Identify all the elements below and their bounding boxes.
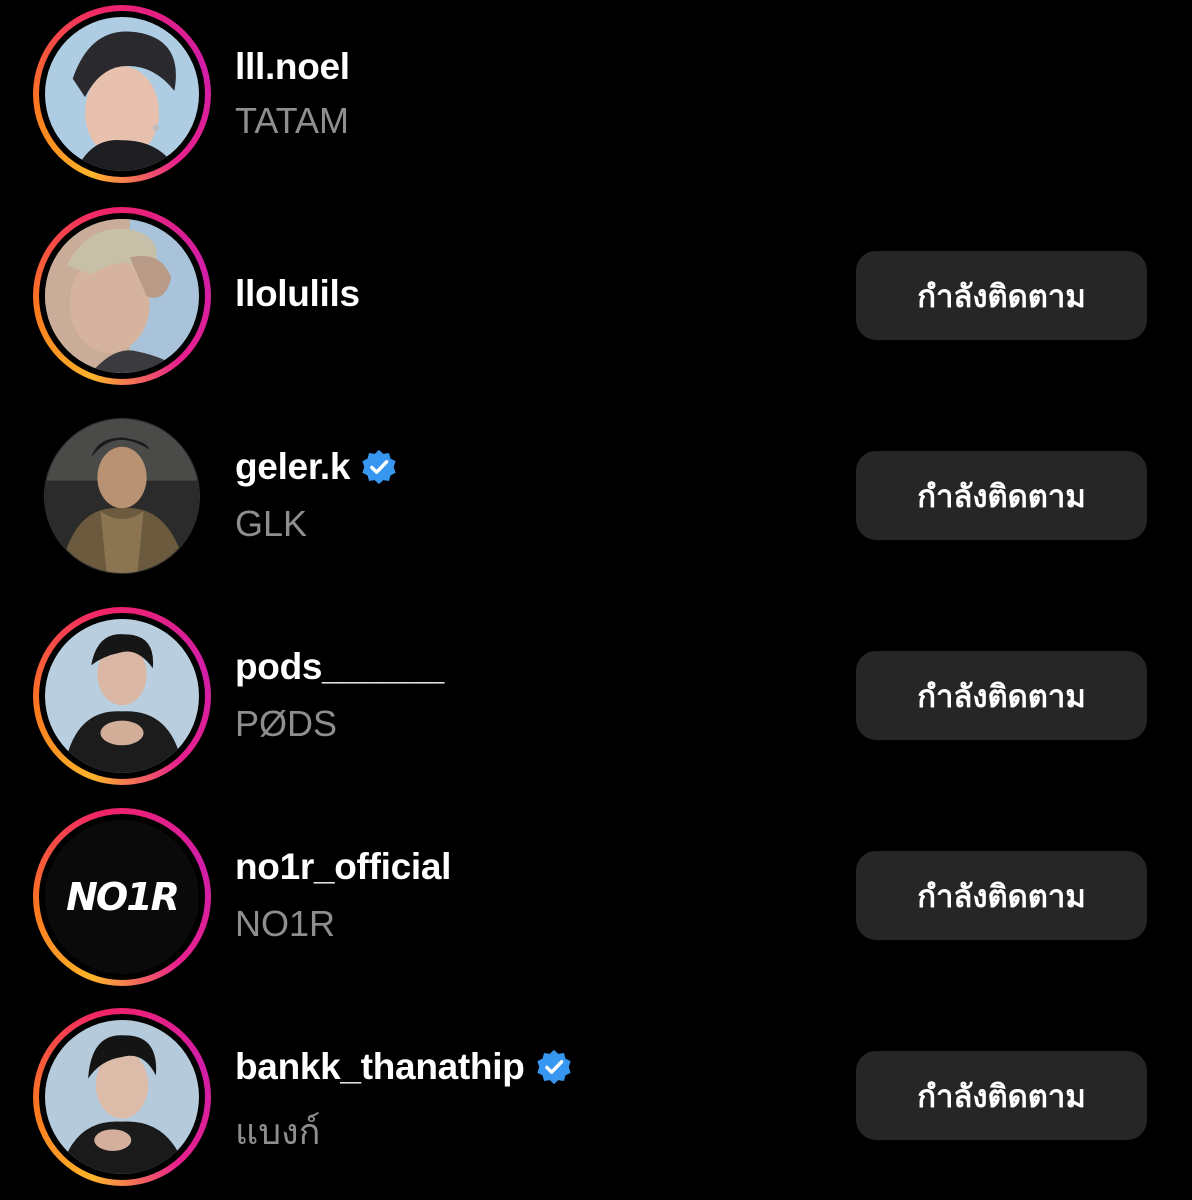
verified-badge-icon [362,449,396,485]
username-text[interactable]: geler.k [235,446,350,488]
full-name: NO1R [235,903,336,944]
avatar-photo [45,419,199,573]
full-name: TATAM [235,100,349,141]
story-ring-avatar[interactable]: NO1R [33,808,211,986]
no1r-logo: NO1R [66,875,180,919]
account-row-lll-noel[interactable]: lll.noel TATAM [0,0,1192,200]
full-name: GLK [235,503,308,544]
username[interactable]: no1r_official [235,846,451,888]
full-name: PØDS [235,703,338,744]
username[interactable]: lll.noel [235,46,350,88]
following-button[interactable]: กำลังติดตาม [856,1051,1147,1140]
story-ring-avatar[interactable] [33,5,211,183]
account-row-bankk-thanathip[interactable]: bankk_thanathip แบงก์ กำลังติดตาม [0,1000,1192,1200]
avatar-photo [45,1020,199,1174]
story-ring-avatar[interactable] [33,207,211,385]
avatar-photo [45,219,199,373]
avatar-photo [45,619,199,773]
account-row-no1r-official[interactable]: NO1R no1r_official NO1R กำลังติดตาม [0,800,1192,1000]
following-button[interactable]: กำลังติดตาม [856,251,1147,340]
username[interactable]: pods______ [235,646,444,688]
story-ring-avatar[interactable] [33,1008,211,1186]
full-name: แบงก์ [235,1112,321,1153]
story-ring-avatar[interactable] [33,607,211,785]
username[interactable]: bankk_thanathip [235,1046,573,1088]
avatar-photo: NO1R [45,820,199,974]
following-button[interactable]: กำลังติดตาม [856,851,1147,940]
username-text[interactable]: bankk_thanathip [235,1046,525,1088]
account-row-llolulils[interactable]: llolulils กำลังติดตาม [0,200,1192,400]
account-row-geler-k[interactable]: geler.k GLK กำลังติดตาม [0,400,1192,600]
username[interactable]: geler.k [235,446,398,488]
username[interactable]: llolulils [235,273,360,315]
avatar-photo [45,17,199,171]
account-row-pods[interactable]: pods______ PØDS กำลังติดตาม [0,600,1192,800]
avatar[interactable] [33,407,211,585]
following-button[interactable]: กำลังติดตาม [856,651,1147,740]
following-button[interactable]: กำลังติดตาม [856,451,1147,540]
verified-badge-icon [536,1049,571,1085]
